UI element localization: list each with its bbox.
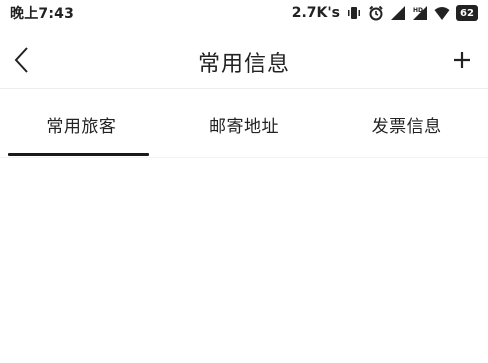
add-button[interactable]: [444, 42, 480, 78]
battery-icon: 62: [456, 5, 478, 21]
battery-level: 62: [460, 7, 474, 19]
vibrate-icon: [348, 7, 360, 19]
signal-icon: [391, 6, 405, 20]
tab-label: 邮寄地址: [209, 117, 279, 137]
network-speed: 2.7K's: [291, 5, 340, 21]
hd-signal-icon: HD: [413, 6, 427, 20]
selected-tab-indicator: [8, 153, 149, 156]
tab-bar: 常用旅客 邮寄地址 发票信息: [0, 100, 488, 156]
svg-text:HD: HD: [413, 7, 423, 14]
alarm-icon: [369, 5, 383, 21]
status-bar: 晚上7:43 2.7K's HD 62: [0, 0, 488, 26]
tab-label: 常用旅客: [46, 117, 117, 137]
plus-icon: [454, 52, 470, 68]
navigation-bar: 常用信息: [0, 38, 488, 82]
tab-invoice-info[interactable]: 发票信息: [325, 100, 488, 156]
header-divider: [0, 88, 488, 89]
wifi-icon: [434, 7, 450, 20]
tab-frequent-travelers[interactable]: 常用旅客: [0, 100, 163, 156]
page-title: 常用信息: [197, 52, 290, 77]
tab-label: 发票信息: [371, 117, 442, 137]
status-time: 晚上7:43: [10, 6, 75, 22]
tab-content-area: [0, 158, 488, 363]
status-icons: 2.7K's HD 62: [292, 5, 478, 21]
tab-mailing-address[interactable]: 邮寄地址: [163, 100, 326, 156]
